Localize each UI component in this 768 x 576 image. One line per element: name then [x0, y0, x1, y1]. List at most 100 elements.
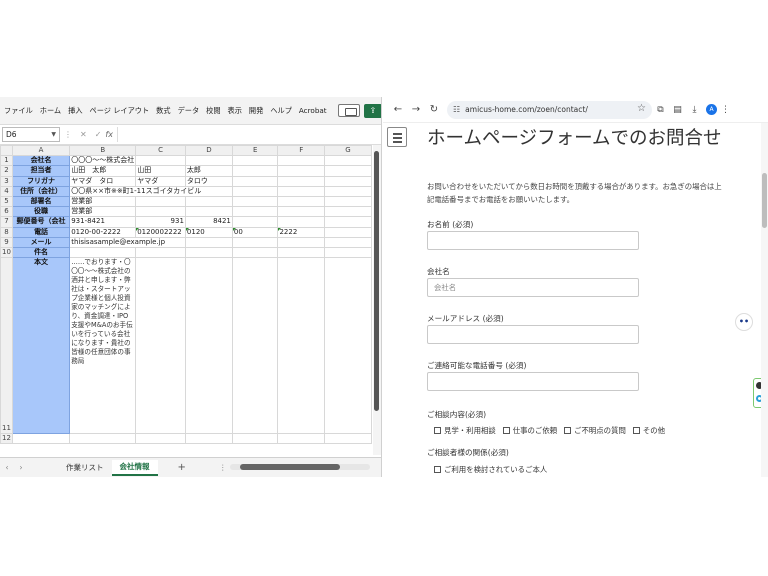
- formula-input[interactable]: [116, 127, 378, 142]
- cell[interactable]: [231, 433, 279, 445]
- cell[interactable]: [184, 236, 233, 248]
- checkbox[interactable]: [564, 427, 572, 434]
- scroll-thumb[interactable]: [374, 151, 379, 411]
- cell[interactable]: [277, 246, 326, 259]
- scroll-thumb[interactable]: [240, 464, 340, 470]
- inquiry-option[interactable]: 仕事のご依頼: [502, 425, 557, 436]
- cell[interactable]: [324, 226, 372, 238]
- cell[interactable]: [231, 185, 279, 197]
- cell[interactable]: [324, 257, 372, 435]
- cell[interactable]: 00: [231, 226, 279, 238]
- reload-icon[interactable]: ↻: [425, 104, 443, 115]
- cell[interactable]: [324, 433, 372, 445]
- avatar[interactable]: A: [706, 104, 717, 115]
- cell[interactable]: [324, 185, 372, 197]
- menu-developer[interactable]: 開発: [249, 106, 263, 116]
- cell[interactable]: [324, 175, 372, 187]
- cell[interactable]: [69, 246, 137, 259]
- cell[interactable]: [11, 433, 71, 445]
- hamburger-menu-icon[interactable]: [387, 127, 407, 147]
- cell[interactable]: ヤマダ タロ: [69, 175, 137, 187]
- checkbox[interactable]: [632, 427, 640, 434]
- row-header[interactable]: 12: [0, 433, 13, 445]
- cell[interactable]: [231, 175, 279, 187]
- cell[interactable]: [324, 165, 372, 177]
- cell[interactable]: [277, 257, 326, 435]
- cell[interactable]: [277, 433, 326, 445]
- side-widget[interactable]: [753, 378, 761, 408]
- relation-option[interactable]: ご利用を検討されているご本人: [434, 464, 547, 475]
- menu-file[interactable]: ファイル: [4, 106, 33, 116]
- label-cell[interactable]: 電話: [11, 226, 71, 238]
- label-cell[interactable]: 住所（会社）: [11, 185, 71, 197]
- cell[interactable]: [69, 433, 137, 445]
- cell[interactable]: thisisasample@example.jp: [69, 236, 186, 248]
- cell[interactable]: 8421: [184, 216, 233, 228]
- forward-arrow-icon[interactable]: →: [407, 104, 425, 115]
- site-info-icon[interactable]: ☷: [453, 105, 460, 114]
- vertical-scrollbar[interactable]: [373, 145, 381, 455]
- column-header[interactable]: C: [135, 145, 186, 157]
- row-header[interactable]: 8: [0, 226, 13, 238]
- inquiry-option[interactable]: ご不明点の質問: [564, 425, 626, 436]
- company-field[interactable]: 会社名: [427, 278, 639, 297]
- cell[interactable]: ヤマダ: [135, 175, 186, 187]
- name-box[interactable]: D6 ▼: [2, 127, 60, 142]
- cancel-icon[interactable]: ✕: [80, 130, 87, 139]
- row-header[interactable]: 11: [0, 257, 13, 435]
- cell[interactable]: [231, 206, 279, 218]
- row-header[interactable]: 3: [0, 175, 13, 187]
- column-header[interactable]: F: [277, 145, 326, 157]
- comment-icon[interactable]: [337, 104, 360, 117]
- cell[interactable]: [184, 257, 233, 435]
- cell[interactable]: [231, 165, 279, 177]
- cell[interactable]: 931: [135, 216, 186, 228]
- cell[interactable]: [184, 206, 233, 218]
- phone-field[interactable]: [427, 372, 639, 391]
- cell[interactable]: [324, 206, 372, 218]
- label-cell[interactable]: 件名: [11, 246, 71, 259]
- email-field[interactable]: [427, 325, 639, 344]
- cell[interactable]: [277, 175, 326, 187]
- cell[interactable]: 0120: [184, 226, 233, 238]
- row-header[interactable]: 10: [0, 246, 13, 259]
- address-bar[interactable]: ☷ amicus-home.com/zoen/contact/ ☆: [447, 100, 652, 119]
- row-header[interactable]: 9: [0, 236, 13, 248]
- cell[interactable]: [135, 206, 186, 218]
- cell[interactable]: [277, 195, 326, 208]
- inquiry-option[interactable]: その他: [632, 425, 665, 436]
- cell[interactable]: [324, 246, 372, 259]
- row-header[interactable]: 6: [0, 206, 13, 218]
- column-header[interactable]: D: [184, 145, 233, 157]
- row-header[interactable]: 7: [0, 216, 13, 228]
- menu-view[interactable]: 表示: [228, 106, 242, 116]
- cell[interactable]: [231, 236, 279, 248]
- name-field[interactable]: [427, 231, 639, 250]
- checkbox[interactable]: [434, 427, 441, 434]
- cell[interactable]: [277, 206, 326, 218]
- tab-search-icon[interactable]: ▤: [669, 105, 686, 115]
- cell[interactable]: 〇〇〇～～株式会社: [69, 155, 137, 167]
- add-sheet-icon[interactable]: +: [178, 462, 186, 473]
- cell[interactable]: [324, 216, 372, 228]
- label-cell[interactable]: 担当者: [11, 165, 71, 177]
- select-all-corner[interactable]: [0, 145, 13, 157]
- more-icon[interactable]: ⋮: [216, 463, 230, 472]
- chevron-left-icon[interactable]: ‹: [0, 463, 14, 472]
- cell[interactable]: 0120-00-2222: [69, 226, 137, 238]
- cell[interactable]: [277, 236, 326, 248]
- row-header[interactable]: 1: [0, 155, 13, 167]
- cell[interactable]: [184, 433, 233, 445]
- page-scrollbar[interactable]: [761, 123, 768, 477]
- cell[interactable]: [135, 246, 186, 259]
- scroll-thumb[interactable]: [762, 173, 767, 228]
- cell[interactable]: [135, 257, 186, 435]
- cell[interactable]: [231, 155, 279, 167]
- cell[interactable]: [324, 155, 372, 167]
- cell[interactable]: 2222: [277, 226, 326, 238]
- label-cell[interactable]: メール: [11, 236, 71, 248]
- cell-grid[interactable]: A B C D E F G 1 会社名 〇〇〇～～株式会社 2 担当者 山田 太…: [0, 145, 372, 455]
- column-header[interactable]: B: [69, 145, 137, 157]
- menu-kebab-icon[interactable]: ⋮: [717, 105, 734, 115]
- column-header[interactable]: E: [231, 145, 279, 157]
